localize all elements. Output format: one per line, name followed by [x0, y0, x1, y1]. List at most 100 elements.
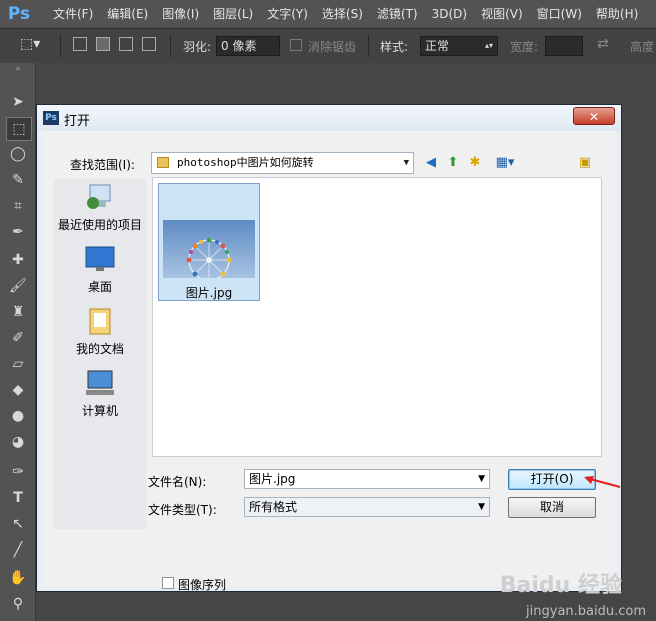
marquee-tool-preset-icon[interactable]: ⬚▾ [20, 36, 40, 52]
red-arrow-icon [584, 476, 621, 488]
file-name-input[interactable]: 图片.jpg ▼ [244, 469, 490, 489]
dodge-tool-icon[interactable]: ◕ [6, 431, 30, 453]
watermark-logo: Baidu 经验 [499, 573, 622, 598]
look-in-combo[interactable]: photoshop中图片如何旋转 ▼ [151, 152, 414, 174]
new-folder-button[interactable]: ✱ [466, 153, 484, 171]
quick-select-tool-icon[interactable]: ✎ [6, 169, 30, 191]
lasso-tool-icon[interactable]: ◯ [6, 143, 30, 165]
menu-file[interactable]: 文件(F) [46, 0, 100, 28]
options-bar: ⬚▾ 羽化: 0 像素 消除锯齿 样式: 正常 ▴▾ 宽度: ⇄ 高度 [0, 28, 656, 64]
brush-tool-icon[interactable]: 🖌 [6, 275, 30, 297]
place-recent-label: 最近使用的项目 [57, 218, 142, 232]
menu-type[interactable]: 文字(Y) [260, 0, 315, 28]
style-select[interactable]: 正常 ▴▾ [420, 36, 498, 56]
add-to-selection-icon[interactable] [96, 37, 110, 51]
file-name-value: 图片.jpg [249, 472, 296, 486]
view-menu-icon: ▦▾ [495, 154, 515, 170]
up-folder-button[interactable]: ⬆ [444, 153, 462, 171]
feather-label: 羽化: [183, 40, 212, 54]
file-name-label: 文件名(N): [148, 475, 207, 489]
intersect-selection-icon[interactable] [142, 37, 156, 51]
style-label: 样式: [380, 40, 409, 54]
cancel-button[interactable]: 取消 [508, 497, 596, 518]
file-type-select[interactable]: 所有格式 ▼ [244, 497, 490, 517]
history-brush-tool-icon[interactable]: ✐ [6, 327, 30, 349]
view-menu-button[interactable]: ▦▾ [490, 153, 520, 171]
place-documents[interactable]: 我的文档 [54, 307, 146, 357]
menu-help[interactable]: 帮助(H) [589, 0, 645, 28]
healing-brush-tool-icon[interactable]: ✚ [6, 249, 30, 271]
browse-button[interactable]: ▣ [576, 153, 594, 171]
look-in-value: photoshop中图片如何旋转 [177, 156, 314, 169]
width-label: 宽度: [510, 40, 539, 54]
type-tool-icon[interactable]: T [6, 487, 30, 509]
marquee-tool-icon[interactable]: ⬚ [6, 117, 32, 141]
pen-tool-icon[interactable]: ✑ [6, 461, 30, 483]
file-type-label: 文件类型(T): [148, 503, 217, 517]
desktop-icon [85, 246, 115, 271]
place-documents-label: 我的文档 [75, 342, 124, 356]
menu-window[interactable]: 窗口(W) [530, 0, 589, 28]
zoom-tool-icon[interactable]: ⚲ [6, 593, 30, 615]
close-icon: ✕ [588, 110, 600, 124]
my-documents-icon [89, 308, 111, 335]
up-folder-icon: ⬆ [447, 154, 459, 170]
chevron-down-icon: ▼ [403, 158, 409, 168]
tools-panel: » ➤ ⬚ ◯ ✎ ⌗ ✒ ✚ 🖌 ♜ ✐ ▱ ◆ ● ◕ ✑ T ↖ ╱ ✋ … [0, 63, 36, 621]
photoshop-icon: Ps [43, 111, 59, 125]
menu-image[interactable]: 图像(I) [155, 0, 206, 28]
path-selection-tool-icon[interactable]: ↖ [6, 513, 30, 535]
menu-filter[interactable]: 滤镜(T) [370, 0, 425, 28]
swap-icon[interactable]: ⇄ [597, 36, 609, 52]
recent-items-icon [87, 184, 111, 209]
back-button[interactable]: ◀ [422, 153, 440, 171]
place-desktop-label: 桌面 [87, 280, 112, 294]
menu-bar: Ps 文件(F) 编辑(E) 图像(I) 图层(L) 文字(Y) 选择(S) 滤… [0, 0, 656, 28]
computer-icon [86, 370, 114, 395]
blur-tool-icon[interactable]: ● [6, 405, 30, 427]
chevron-down-icon[interactable]: ▼ [478, 470, 485, 488]
menu-edit[interactable]: 编辑(E) [100, 0, 155, 28]
back-arrow-icon: ◀ [426, 154, 436, 170]
menu-3d[interactable]: 3D(D) [425, 0, 474, 28]
place-computer[interactable]: 计算机 [54, 369, 146, 419]
image-sequence-checkbox[interactable] [162, 577, 174, 589]
close-button[interactable]: ✕ [573, 107, 615, 125]
divider [60, 35, 61, 57]
eyedropper-tool-icon[interactable]: ✒ [6, 221, 30, 243]
folder-star-icon: ▣ [578, 154, 592, 170]
style-value: 正常 [425, 39, 450, 53]
crop-tool-icon[interactable]: ⌗ [6, 195, 30, 217]
antialias-checkbox[interactable] [290, 39, 302, 51]
clone-stamp-tool-icon[interactable]: ♜ [6, 301, 30, 323]
updown-icon: ▴▾ [484, 41, 493, 50]
file-list[interactable]: 图片.jpg [152, 177, 602, 457]
antialias-label: 消除锯齿 [308, 40, 357, 54]
place-recent[interactable]: 最近使用的项目 [54, 183, 146, 233]
place-desktop[interactable]: 桌面 [54, 245, 146, 295]
menu-view[interactable]: 视图(V) [474, 0, 530, 28]
width-input[interactable] [545, 36, 583, 56]
divider [170, 35, 171, 57]
dialog-titlebar[interactable]: Ps 打开 ✕ [37, 105, 621, 131]
dialog-body: 查找范围(I): photoshop中图片如何旋转 ▼ ◀ ⬆ ✱ ▦▾ ▣ 最… [42, 131, 616, 592]
menu-list: 文件(F) 编辑(E) 图像(I) 图层(L) 文字(Y) 选择(S) 滤镜(T… [46, 0, 645, 28]
collapse-icon[interactable]: » [6, 63, 30, 73]
hand-tool-icon[interactable]: ✋ [6, 567, 30, 589]
eraser-tool-icon[interactable]: ▱ [6, 353, 30, 375]
file-item[interactable]: 图片.jpg [158, 183, 260, 301]
divider [368, 35, 369, 57]
ferris-wheel-icon [186, 237, 232, 278]
menu-layer[interactable]: 图层(L) [206, 0, 260, 28]
subtract-selection-icon[interactable] [119, 37, 133, 51]
look-in-label: 查找范围(I): [70, 158, 135, 172]
new-selection-icon[interactable] [73, 37, 87, 51]
folder-icon [157, 157, 169, 168]
place-computer-label: 计算机 [81, 404, 118, 418]
move-tool-icon[interactable]: ➤ [6, 91, 30, 113]
ferris-wheel-thumbnail [163, 220, 255, 278]
feather-input[interactable]: 0 像素 [216, 36, 280, 56]
line-tool-icon[interactable]: ╱ [6, 539, 30, 561]
menu-select[interactable]: 选择(S) [315, 0, 370, 28]
paint-bucket-tool-icon[interactable]: ◆ [6, 379, 30, 401]
